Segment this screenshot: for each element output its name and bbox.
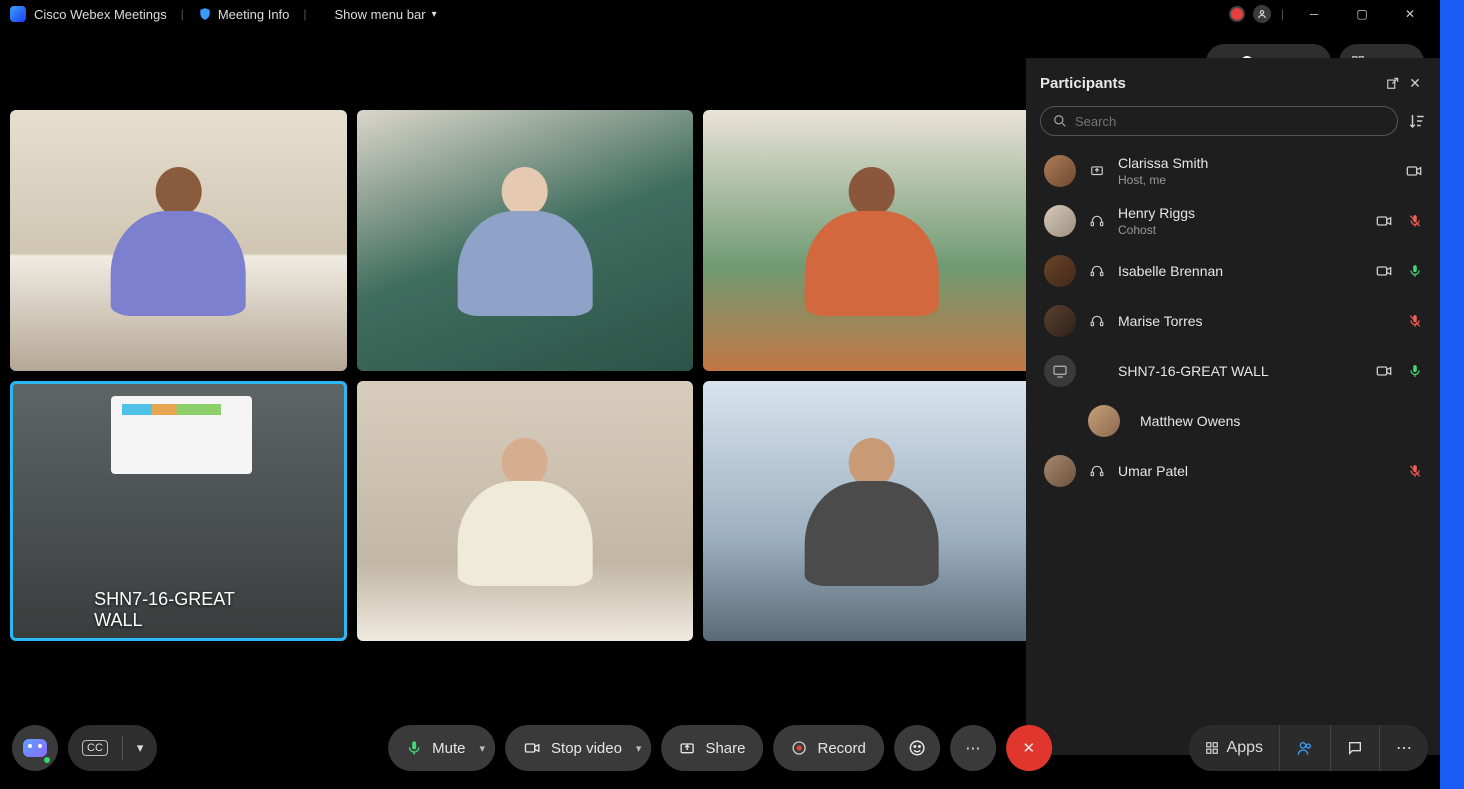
close-panel-icon[interactable]: ✕ bbox=[1404, 72, 1426, 94]
more-icon: ⋯ bbox=[1396, 738, 1412, 758]
headset-icon bbox=[1088, 464, 1106, 478]
mic-icon bbox=[406, 739, 422, 757]
search-icon bbox=[1053, 114, 1067, 128]
participant-row[interactable]: Marise Torres bbox=[1040, 296, 1426, 346]
more-icon: ⋯ bbox=[965, 739, 980, 757]
settings-avatar-icon[interactable] bbox=[1253, 5, 1271, 23]
video-grid: SHN7-16-GREAT WALL bbox=[10, 110, 1040, 641]
close-icon: ✕ bbox=[1023, 739, 1036, 757]
participant-row[interactable]: Clarissa SmithHost, me bbox=[1040, 146, 1426, 196]
share-button[interactable]: Share bbox=[661, 725, 763, 771]
search-field[interactable] bbox=[1075, 114, 1385, 129]
apps-button[interactable]: Apps bbox=[1189, 725, 1279, 771]
people-icon bbox=[1296, 740, 1314, 756]
close-button[interactable]: ✕ bbox=[1390, 0, 1430, 28]
camera-icon bbox=[1376, 263, 1392, 279]
participant-row[interactable]: SHN7-16-GREAT WALL bbox=[1040, 346, 1426, 396]
app-title: Cisco Webex Meetings bbox=[34, 7, 167, 22]
avatar bbox=[1044, 155, 1076, 187]
participant-list: Clarissa SmithHost, me Henry RiggsCohost… bbox=[1040, 146, 1426, 496]
chat-icon bbox=[1347, 740, 1363, 756]
room-screen-icon bbox=[111, 396, 252, 474]
participant-row-sub[interactable]: Matthew Owens bbox=[1084, 396, 1426, 446]
video-tile-active[interactable]: SHN7-16-GREAT WALL bbox=[10, 381, 347, 642]
maximize-button[interactable]: ▢ bbox=[1342, 0, 1382, 28]
shield-icon bbox=[198, 7, 212, 21]
minimize-button[interactable]: ─ bbox=[1294, 0, 1334, 28]
video-tile[interactable] bbox=[10, 110, 347, 371]
participant-row[interactable]: Henry RiggsCohost bbox=[1040, 196, 1426, 246]
avatar bbox=[1044, 305, 1076, 337]
participant-row[interactable]: Isabelle Brennan bbox=[1040, 246, 1426, 296]
pop-out-icon[interactable] bbox=[1382, 72, 1404, 94]
participant-row[interactable]: Umar Patel bbox=[1040, 446, 1426, 496]
panel-more-button[interactable]: ⋯ bbox=[1379, 725, 1428, 771]
meeting-info-button[interactable]: Meeting Info bbox=[198, 7, 290, 22]
assistant-button[interactable] bbox=[12, 725, 58, 771]
avatar bbox=[1044, 255, 1076, 287]
smile-icon bbox=[908, 739, 926, 757]
stop-video-button[interactable]: Stop video ▾ bbox=[505, 725, 651, 771]
chat-button[interactable] bbox=[1330, 725, 1379, 771]
mic-muted-icon bbox=[1408, 313, 1422, 329]
title-bar: Cisco Webex Meetings | Meeting Info | Sh… bbox=[0, 0, 1440, 28]
chevron-down-icon[interactable]: ▾ bbox=[636, 742, 642, 755]
avatar bbox=[1044, 205, 1076, 237]
camera-icon bbox=[1376, 213, 1392, 229]
video-tile[interactable] bbox=[703, 381, 1040, 642]
mic-on-icon bbox=[1408, 263, 1422, 279]
camera-icon bbox=[1376, 363, 1392, 379]
avatar bbox=[1044, 455, 1076, 487]
camera-icon bbox=[523, 740, 541, 756]
mute-button[interactable]: Mute ▾ bbox=[388, 725, 495, 771]
more-options-button[interactable]: ⋯ bbox=[950, 725, 996, 771]
mic-muted-icon bbox=[1408, 463, 1422, 479]
headset-icon bbox=[1088, 314, 1106, 328]
share-icon bbox=[1088, 164, 1106, 178]
meeting-controls: CC ▾ Mute ▾ Stop video ▾ Share Record ⋯ bbox=[0, 719, 1440, 777]
share-icon bbox=[679, 740, 695, 756]
video-tile[interactable] bbox=[703, 110, 1040, 371]
camera-icon bbox=[1406, 163, 1422, 179]
status-dot-icon bbox=[42, 755, 52, 765]
avatar bbox=[1088, 405, 1120, 437]
device-icon bbox=[1044, 355, 1076, 387]
search-input[interactable] bbox=[1040, 106, 1398, 136]
headset-icon bbox=[1088, 264, 1106, 278]
mic-muted-icon bbox=[1408, 213, 1422, 229]
apps-icon bbox=[1205, 741, 1219, 755]
record-button[interactable]: Record bbox=[773, 725, 883, 771]
webex-logo-icon bbox=[10, 6, 26, 22]
tile-label: SHN7-16-GREAT WALL bbox=[94, 589, 262, 631]
panel-title: Participants bbox=[1040, 75, 1126, 92]
sort-icon[interactable] bbox=[1408, 112, 1426, 130]
window-accent-strip bbox=[1440, 0, 1464, 789]
record-icon bbox=[791, 740, 807, 756]
mic-on-icon bbox=[1408, 363, 1422, 379]
show-menu-bar-button[interactable]: Show menu bar ▾ bbox=[335, 7, 437, 22]
headset-icon bbox=[1088, 214, 1106, 228]
video-tile[interactable] bbox=[357, 381, 694, 642]
captions-button[interactable]: CC ▾ bbox=[68, 725, 157, 771]
participants-panel: Participants ✕ Clarissa SmithHost, me bbox=[1026, 58, 1440, 755]
chevron-down-icon: ▾ bbox=[432, 9, 437, 20]
video-tile[interactable] bbox=[357, 110, 694, 371]
leave-meeting-button[interactable]: ✕ bbox=[1006, 725, 1052, 771]
participants-button[interactable] bbox=[1279, 725, 1330, 771]
chevron-down-icon[interactable]: ▾ bbox=[480, 742, 486, 755]
reactions-button[interactable] bbox=[894, 725, 940, 771]
recording-indicator-icon[interactable] bbox=[1229, 6, 1245, 22]
chevron-down-icon[interactable]: ▾ bbox=[123, 725, 158, 771]
right-panel-buttons: Apps ⋯ bbox=[1189, 725, 1428, 771]
